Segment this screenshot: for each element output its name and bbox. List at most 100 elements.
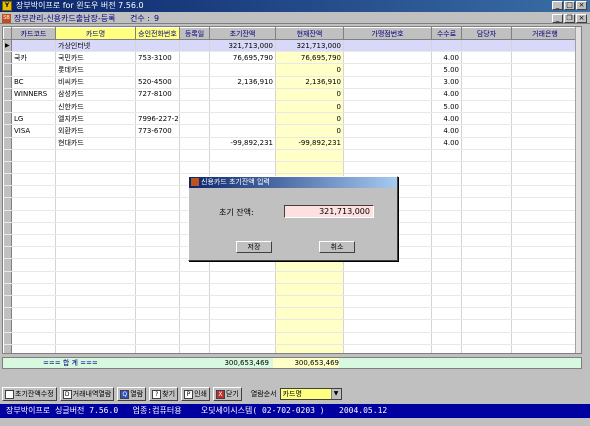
table-row[interactable]	[3, 332, 579, 345]
cell-current[interactable]	[275, 307, 344, 321]
cell-merchant[interactable]	[343, 307, 432, 321]
chevron-down-icon[interactable]: ▼	[330, 389, 341, 399]
cell-phone[interactable]	[135, 137, 180, 150]
cell-fee[interactable]	[431, 295, 462, 309]
cell-initial[interactable]	[209, 307, 276, 321]
cell-code[interactable]	[11, 137, 56, 150]
row-indicator[interactable]	[3, 63, 12, 77]
child-restore-icon[interactable]: ❐	[564, 14, 575, 23]
close-icon[interactable]: ×	[576, 1, 587, 10]
cell-code[interactable]	[11, 258, 56, 272]
col-header-card-name[interactable]: 카드명	[55, 27, 136, 40]
cell-current[interactable]	[275, 271, 344, 284]
cell-bank[interactable]	[511, 185, 579, 199]
cell-code[interactable]	[11, 319, 56, 333]
cell-code[interactable]	[11, 197, 56, 211]
cell-fee[interactable]: 4.00	[431, 112, 462, 126]
minimize-icon[interactable]: _	[552, 1, 563, 10]
col-header-manager[interactable]: 담당자	[461, 27, 512, 40]
table-row[interactable]	[3, 319, 579, 333]
cell-bank[interactable]	[511, 112, 579, 126]
cell-phone[interactable]	[135, 173, 180, 187]
cell-initial[interactable]: 76,695,790	[209, 51, 276, 65]
cell-current[interactable]: 0	[275, 88, 344, 101]
cell-phone[interactable]	[135, 161, 180, 175]
cell-initial[interactable]	[209, 283, 276, 296]
cell-fee[interactable]	[431, 344, 462, 353]
cell-manager[interactable]	[461, 271, 512, 284]
cell-code[interactable]	[11, 246, 56, 260]
cell-merchant[interactable]	[343, 283, 432, 296]
table-row[interactable]: WINNERS 삼성카드 727-8100 0 4.00	[3, 88, 579, 101]
col-header-approval-phone[interactable]: 승인전화번호	[135, 27, 180, 40]
cell-fee[interactable]	[431, 283, 462, 296]
table-row[interactable]	[3, 161, 579, 175]
cell-fee[interactable]	[431, 234, 462, 248]
cell-code[interactable]: 국카	[11, 51, 56, 65]
cell-name[interactable]	[55, 258, 136, 272]
cell-manager[interactable]	[461, 210, 512, 223]
cell-reg[interactable]	[179, 63, 210, 77]
cell-phone[interactable]: 753-3100	[135, 51, 180, 65]
cell-phone[interactable]	[135, 39, 180, 53]
cell-initial[interactable]	[209, 161, 276, 175]
cell-current[interactable]: -99,892,231	[275, 137, 344, 150]
cell-merchant[interactable]	[343, 332, 432, 345]
cell-reg[interactable]	[179, 319, 210, 333]
cell-initial[interactable]	[209, 100, 276, 114]
row-indicator[interactable]	[3, 332, 12, 345]
cell-phone[interactable]	[135, 271, 180, 284]
cell-fee[interactable]: 3.00	[431, 76, 462, 89]
cell-reg[interactable]	[179, 112, 210, 126]
cell-manager[interactable]	[461, 332, 512, 345]
cell-manager[interactable]	[461, 197, 512, 211]
cell-phone[interactable]: 7996-227-231	[135, 112, 180, 126]
cell-initial[interactable]: 2,136,910	[209, 76, 276, 89]
cell-phone[interactable]	[135, 149, 180, 162]
cell-bank[interactable]	[511, 124, 579, 138]
view-transactions-button[interactable]: D 거래내역열람	[59, 387, 115, 401]
row-indicator[interactable]	[3, 161, 12, 175]
cell-name[interactable]: 비씨카드	[55, 76, 136, 89]
row-indicator[interactable]	[3, 185, 12, 199]
table-row[interactable]	[3, 295, 579, 309]
row-indicator[interactable]	[3, 51, 12, 65]
cell-current[interactable]: 0	[275, 124, 344, 138]
cell-bank[interactable]	[511, 149, 579, 162]
cell-phone[interactable]	[135, 319, 180, 333]
cell-name[interactable]	[55, 319, 136, 333]
print-button[interactable]: P 인쇄	[181, 387, 210, 401]
cell-name[interactable]	[55, 185, 136, 199]
cell-fee[interactable]	[431, 210, 462, 223]
row-indicator[interactable]	[3, 100, 12, 114]
cell-phone[interactable]	[135, 234, 180, 248]
cell-name[interactable]	[55, 295, 136, 309]
cell-reg[interactable]	[179, 76, 210, 89]
row-indicator[interactable]	[3, 173, 12, 187]
cell-bank[interactable]	[511, 197, 579, 211]
cell-current[interactable]	[275, 149, 344, 162]
row-indicator[interactable]	[3, 271, 12, 284]
cell-manager[interactable]	[461, 63, 512, 77]
row-indicator[interactable]	[3, 319, 12, 333]
cell-name[interactable]	[55, 246, 136, 260]
cell-manager[interactable]	[461, 137, 512, 150]
cell-code[interactable]: VISA	[11, 124, 56, 138]
cell-reg[interactable]	[179, 39, 210, 53]
cell-manager[interactable]	[461, 51, 512, 65]
cell-current[interactable]	[275, 344, 344, 353]
cell-bank[interactable]	[511, 332, 579, 345]
cell-fee[interactable]: 4.00	[431, 137, 462, 150]
cell-code[interactable]: BC	[11, 76, 56, 89]
cell-reg[interactable]	[179, 307, 210, 321]
cell-name[interactable]	[55, 173, 136, 187]
cell-code[interactable]	[11, 344, 56, 353]
cell-phone[interactable]	[135, 344, 180, 353]
row-indicator[interactable]	[3, 197, 12, 211]
cell-phone[interactable]	[135, 63, 180, 77]
cell-manager[interactable]	[461, 222, 512, 236]
row-indicator[interactable]	[3, 258, 12, 272]
cell-current[interactable]	[275, 332, 344, 345]
row-indicator[interactable]	[3, 124, 12, 138]
cell-reg[interactable]	[179, 51, 210, 65]
